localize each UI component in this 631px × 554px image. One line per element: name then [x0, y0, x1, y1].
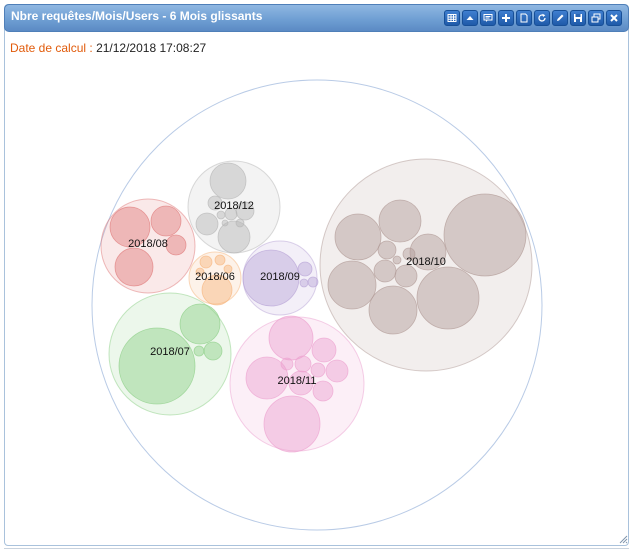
bubble-2018-11-5 — [311, 337, 337, 363]
bubble-2018-07-2 — [179, 303, 221, 345]
bubble-label-2018-11: 2018/11 — [278, 375, 317, 387]
bubble-2018-10-12 — [392, 255, 402, 265]
resize-grip-icon[interactable] — [619, 535, 628, 544]
calc-date-label: Date de calcul : — [10, 41, 93, 55]
bubble-label-2018-12: 2018/12 — [214, 200, 254, 212]
bubble-2018-12-9 — [221, 219, 229, 227]
bubble-2018-10-10 — [377, 240, 397, 260]
bubble-2018-08-3 — [150, 205, 182, 237]
table-icon[interactable] — [444, 10, 460, 26]
bubble-2018-07-1 — [118, 327, 196, 405]
bubble-2018-12-8 — [235, 218, 245, 228]
bubble-2018-06-2 — [199, 255, 213, 269]
calc-date-value: 21/12/2018 17:08:27 — [96, 41, 207, 55]
bubble-label-2018-10: 2018/10 — [406, 256, 446, 268]
bubble-2018-08-2 — [114, 247, 154, 287]
close-icon[interactable] — [606, 10, 622, 26]
edit-icon[interactable] — [552, 10, 568, 26]
add-icon[interactable] — [498, 10, 514, 26]
bubble-2018-10-4 — [368, 285, 418, 335]
bubble-label-2018-07: 2018/07 — [150, 346, 190, 358]
bubble-2018-11-2 — [268, 315, 314, 361]
bubble-2018-12-2 — [217, 220, 251, 254]
bubble-2018-10-9 — [394, 264, 418, 288]
bubble-chart: 2018/12 2018/08 2018/06 2018/09 2018/10 2018/… — [91, 79, 543, 531]
window-title: Nbre requêtes/Mois/Users - 6 Mois glissa… — [11, 9, 263, 23]
bubble-2018-09-2 — [297, 261, 313, 277]
save-icon[interactable] — [570, 10, 586, 26]
bubble-2018-08-4 — [165, 234, 187, 256]
bubble-2018-09-3 — [307, 276, 319, 288]
bubble-label-2018-08: 2018/08 — [128, 238, 168, 250]
bubble-2018-10-3 — [327, 260, 377, 310]
restore-icon[interactable] — [588, 10, 604, 26]
bubble-2018-06-3 — [214, 254, 226, 266]
bubble-2018-10-1 — [443, 193, 527, 277]
bubble-2018-11-8 — [294, 355, 312, 373]
window-titlebar[interactable]: Nbre requêtes/Mois/Users - 6 Mois glissa… — [4, 4, 629, 32]
window-toolbar — [444, 10, 622, 26]
panel-bottom-border — [4, 548, 629, 554]
bubble-2018-11-1 — [263, 395, 321, 453]
bubble-label-2018-06: 2018/06 — [195, 271, 235, 283]
bubble-2018-07-4 — [193, 345, 205, 357]
bubble-label-2018-09: 2018/09 — [260, 271, 300, 283]
bubble-2018-11-6 — [325, 359, 349, 383]
bubble-2018-12-1 — [209, 162, 247, 200]
bubble-2018-07-3 — [203, 341, 223, 361]
collapse-up-icon[interactable] — [462, 10, 478, 26]
bubble-2018-10-5 — [334, 213, 382, 261]
bubble-2018-10-6 — [378, 199, 422, 243]
bubble-2018-10-8 — [373, 259, 397, 283]
calc-date-line: Date de calcul : 21/12/2018 17:08:27 — [10, 41, 206, 55]
bubble-2018-09-4 — [299, 278, 309, 288]
document-icon[interactable] — [516, 10, 532, 26]
bubble-2018-12-7 — [216, 210, 226, 220]
bubble-2018-12-3 — [195, 212, 219, 236]
bubble-2018-10-2 — [416, 266, 480, 330]
comment-icon[interactable] — [480, 10, 496, 26]
bubble-2018-11-10 — [280, 357, 294, 371]
refresh-icon[interactable] — [534, 10, 550, 26]
